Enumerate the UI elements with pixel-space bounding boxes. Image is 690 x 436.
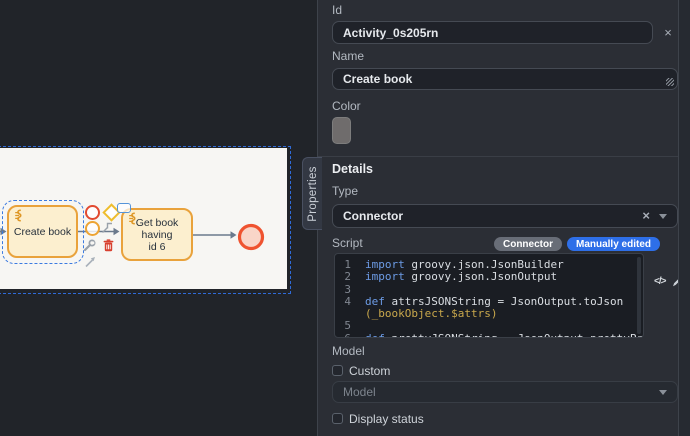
wrench-icon[interactable] [83, 239, 96, 252]
script-editor[interactable]: 1import groovy.json.JsonBuilder2import g… [334, 253, 644, 338]
task-get-book[interactable]: Get book having id 6 [121, 208, 193, 261]
connect-arrow-icon[interactable] [84, 255, 97, 268]
clear-id-icon[interactable]: × [661, 26, 675, 40]
color-swatch[interactable] [332, 117, 351, 144]
properties-panel: Id Activity_0s205rn × Name Create book C… [317, 0, 678, 436]
editor-scrollbar[interactable] [637, 257, 641, 334]
color-label: Color [332, 99, 361, 113]
type-label: Type [332, 184, 358, 198]
code-line: (_bookObject.$attrs) [337, 308, 643, 320]
text-annotation-icon[interactable] [101, 222, 113, 234]
type-select[interactable]: Connector × [332, 204, 678, 228]
chevron-down-icon[interactable] [659, 214, 667, 219]
append-intermediate-event-icon[interactable] [85, 221, 100, 236]
display-status-label: Display status [349, 412, 424, 426]
model-select[interactable]: Model [332, 381, 678, 403]
properties-tab[interactable]: Properties [302, 157, 322, 230]
script-editor-lines: 1import groovy.json.JsonBuilder2import g… [337, 259, 643, 338]
clear-type-icon[interactable]: × [642, 209, 650, 223]
custom-checkbox-label: Custom [349, 364, 390, 378]
script-task-icon [126, 212, 138, 228]
script-badges: Connector Manually edited [494, 237, 660, 251]
script-label: Script [332, 236, 363, 250]
resize-handle-icon[interactable] [666, 78, 674, 86]
name-label: Name [332, 49, 364, 63]
chevron-down-icon[interactable] [659, 390, 667, 395]
properties-tab-label: Properties [307, 166, 319, 221]
manually-edited-badge: Manually edited [567, 237, 660, 251]
panel-scrollbar[interactable] [678, 0, 690, 436]
name-textarea[interactable]: Create book [332, 68, 678, 90]
id-label: Id [332, 3, 342, 17]
section-divider [318, 156, 679, 157]
task-create-book[interactable]: Create book [7, 205, 78, 258]
custom-checkbox[interactable] [332, 365, 343, 376]
bpmn-editor-app: Create book Get book having id 6 [0, 0, 690, 436]
append-task-icon[interactable] [117, 203, 131, 213]
id-input[interactable]: Activity_0s205rn [332, 21, 653, 44]
trash-icon[interactable] [103, 239, 114, 252]
code-line: 6def prettyJSONString = JsonOutput.prett… [337, 333, 643, 338]
append-end-event-icon[interactable] [85, 205, 100, 220]
script-task-icon [12, 209, 24, 225]
details-heading: Details [332, 162, 373, 176]
display-status-checkbox[interactable] [332, 413, 343, 424]
end-event [240, 226, 263, 249]
model-heading: Model [332, 344, 365, 358]
connector-badge: Connector [494, 237, 562, 251]
code-view-icon[interactable]: </> [654, 276, 665, 287]
code-line: 2import groovy.json.JsonOutput [337, 271, 643, 283]
task-label: Create book [14, 226, 71, 238]
